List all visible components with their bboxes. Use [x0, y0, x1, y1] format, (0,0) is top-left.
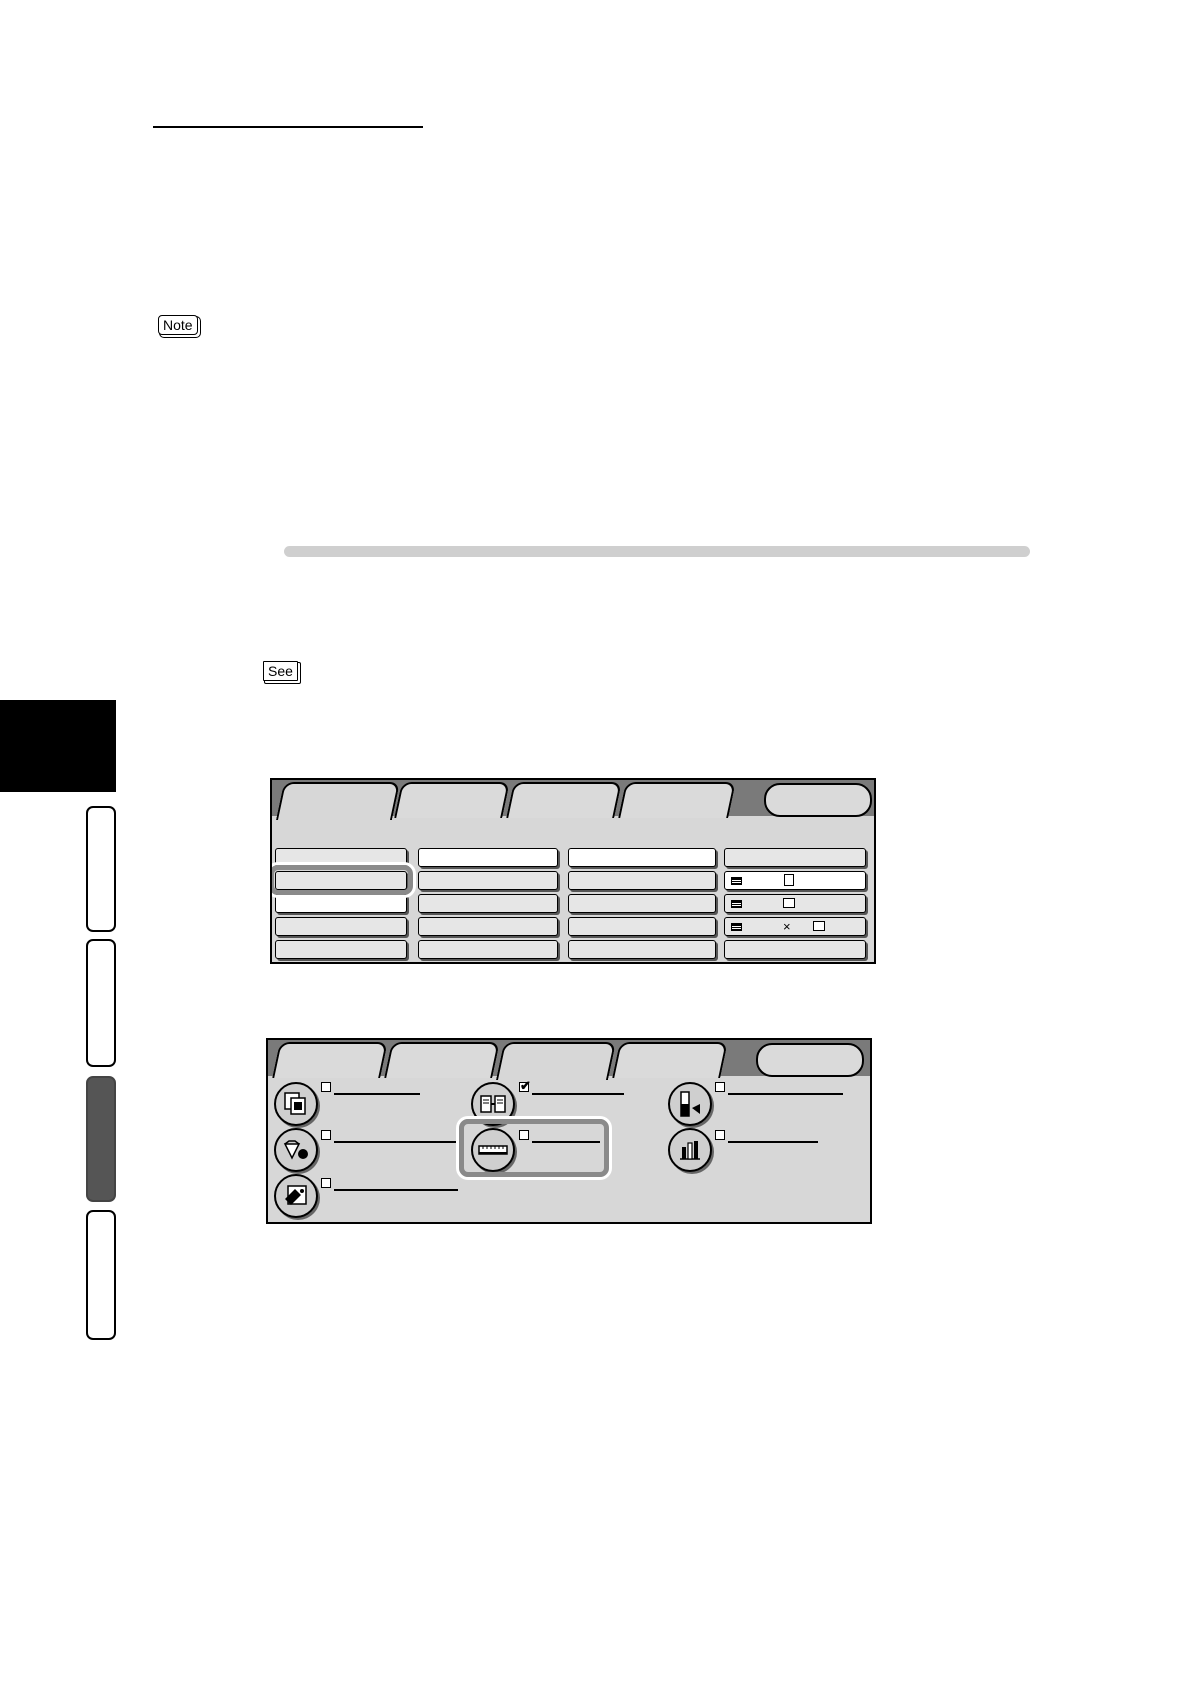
option-button[interactable]: [568, 940, 716, 959]
see-badge: See: [263, 661, 298, 681]
job-status-button[interactable]: [756, 1043, 864, 1077]
tab-added-features[interactable]: [506, 782, 622, 818]
option-button[interactable]: [418, 894, 558, 913]
feature-checkbox[interactable]: [321, 1130, 331, 1140]
option-button[interactable]: [418, 871, 558, 890]
bar-graph-icon[interactable]: [668, 1128, 712, 1172]
paper-tray-button[interactable]: [724, 894, 866, 913]
feature-label-line: [334, 1093, 420, 1095]
multiply-sign: ×: [783, 919, 791, 934]
option-button[interactable]: [568, 894, 716, 913]
feature-label-line: [728, 1093, 843, 1095]
paper-supply-button[interactable]: [724, 940, 866, 959]
feature-label-line: [334, 1189, 458, 1191]
diamond-sharpness-icon[interactable]: [274, 1128, 318, 1172]
copy-preview-icon[interactable]: [274, 1082, 318, 1126]
chapter-tab-current: [0, 700, 116, 792]
tab-added-features[interactable]: [495, 1042, 617, 1080]
tab-basic-copying[interactable]: [275, 782, 401, 820]
note-badge: Note: [158, 315, 198, 335]
paper-tray-button[interactable]: [724, 871, 866, 890]
option-button[interactable]: [418, 940, 558, 959]
section-separator-bar: [284, 546, 1030, 557]
tab-image-quality[interactable]: [394, 782, 510, 818]
feature-checkbox[interactable]: [321, 1082, 331, 1092]
option-button[interactable]: [275, 894, 407, 913]
tray-icon: [731, 900, 742, 908]
feature-checkbox[interactable]: [715, 1130, 725, 1140]
selection-highlight: [459, 1119, 609, 1177]
paper-tray-button[interactable]: ×: [724, 917, 866, 936]
option-button[interactable]: [275, 940, 407, 959]
option-button[interactable]: [568, 917, 716, 936]
side-tab-3-active: [86, 1076, 116, 1202]
image-quality-panel: ✔: [266, 1038, 872, 1224]
feature-label-line: [334, 1141, 456, 1143]
tab-more-features[interactable]: [612, 1042, 728, 1078]
option-button[interactable]: [418, 917, 558, 936]
side-tab-2: [86, 939, 116, 1067]
tab-basic-copying[interactable]: [272, 1042, 388, 1078]
tray-icon: [731, 877, 742, 885]
section-title-rule: [153, 126, 423, 128]
option-button[interactable]: [568, 848, 716, 867]
paper-landscape-icon: [783, 898, 795, 908]
option-button[interactable]: [275, 917, 407, 936]
feature-checkbox[interactable]: [715, 1082, 725, 1092]
tray-icon: [731, 923, 742, 931]
feature-label-line: [728, 1141, 818, 1143]
basic-features-panel: ×: [270, 778, 876, 964]
checkmark-icon: ✔: [520, 1078, 531, 1093]
paper-landscape-icon: [813, 921, 825, 931]
image-edit-icon[interactable]: [274, 1174, 318, 1218]
tab-image-quality[interactable]: [384, 1042, 500, 1078]
side-tab-4: [86, 1210, 116, 1340]
feature-checkbox[interactable]: [321, 1178, 331, 1188]
feature-label-line: [532, 1093, 624, 1095]
paper-supply-button[interactable]: [724, 848, 866, 867]
option-button[interactable]: [418, 848, 558, 867]
job-status-button[interactable]: [764, 783, 872, 817]
feature-checkbox-checked[interactable]: ✔: [519, 1078, 531, 1093]
color-balance-icon[interactable]: [668, 1082, 712, 1126]
paper-portrait-icon: [784, 874, 794, 886]
tab-more-features[interactable]: [618, 782, 736, 818]
selection-highlight: [272, 865, 413, 895]
option-button[interactable]: [568, 871, 716, 890]
side-tab-1: [86, 806, 116, 932]
